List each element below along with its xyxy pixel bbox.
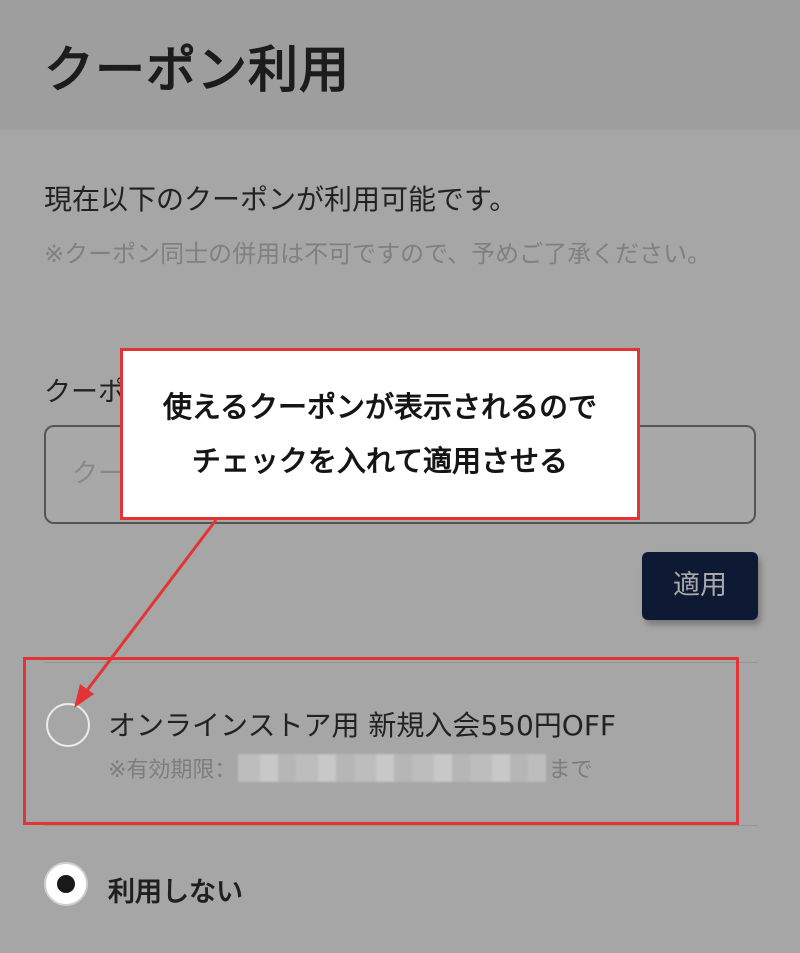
callout-line-1: 使えるクーポンが表示されるので [162,390,598,424]
callout-line-2: チェックを入れて適用させる [191,444,569,478]
annotation-callout: 使えるクーポンが表示されるので チェックを入れて適用させる [120,348,640,520]
